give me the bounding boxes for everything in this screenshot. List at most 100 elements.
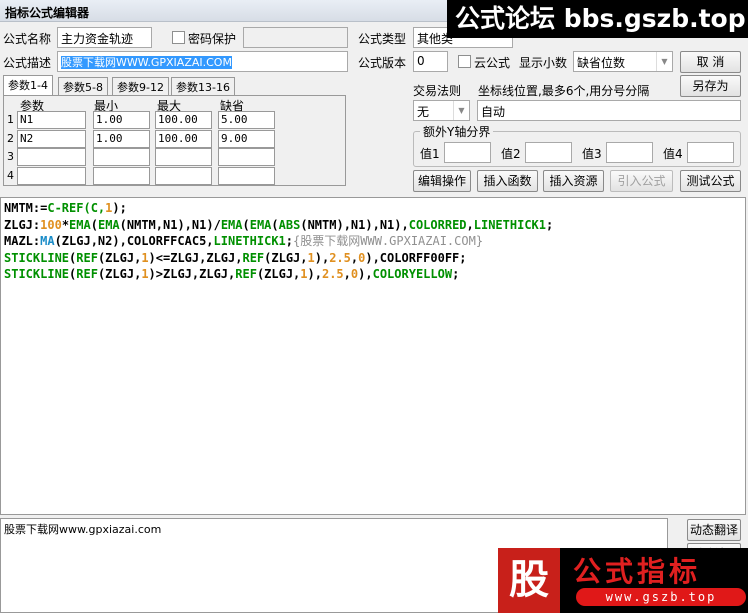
param-name-input[interactable]	[17, 166, 86, 185]
code-token: );	[112, 201, 127, 215]
code-line: NMTM:=C-REF(C,1);	[4, 200, 742, 217]
extra-y-input-4[interactable]	[687, 142, 734, 163]
param-def-input[interactable]	[218, 166, 275, 185]
code-token: ,	[466, 217, 474, 232]
code-token: ),COLORFF00FF;	[365, 250, 467, 265]
code-token: 1	[307, 250, 315, 265]
code-token: (ZLGJ,	[97, 267, 142, 281]
code-token: NMTM:=	[4, 201, 48, 215]
code-editor[interactable]: NMTM:=C-REF(C,1); ZLGJ:100*EMA(EMA(NMTM,N…	[0, 197, 746, 515]
param-max-input[interactable]	[155, 166, 212, 185]
watermark-bottom: 股 公式指标 www.gszb.top	[498, 548, 748, 613]
code-token: STICKLINE	[4, 250, 70, 265]
output-text: 股票下载网www.gpxiazai.com	[4, 523, 162, 536]
param-name-input[interactable]: N1	[17, 111, 86, 129]
password-label: 密码保护	[188, 32, 237, 46]
cloud-checkbox[interactable]	[458, 55, 471, 68]
trade-rule-select[interactable]: 无 ▼	[413, 100, 470, 121]
code-token: (ZLGJ,	[264, 250, 308, 265]
code-line: STICKLINE(REF(ZLGJ,1)>ZLGJ,ZLGJ,REF(ZLGJ…	[4, 266, 742, 283]
code-token: MAZL:	[4, 234, 41, 248]
code-line: MAZL:MA(ZLGJ,N2),COLORFFCAC5,LINETHICK1;…	[4, 233, 742, 250]
param-def-input[interactable]	[218, 148, 275, 166]
code-line: ZLGJ:100*EMA(EMA(NMTM,N1),N1)/EMA(EMA(AB…	[4, 217, 742, 234]
param-name-input[interactable]	[17, 148, 86, 166]
tab-params-1-4[interactable]: 参数1-4	[3, 75, 53, 95]
extra-y-label-1: 值1	[420, 147, 440, 161]
code-token: (	[90, 217, 98, 232]
param-row-index: 3	[7, 150, 14, 163]
code-token: 2.5	[321, 267, 344, 281]
code-token: LINETHICK1	[213, 234, 286, 248]
code-token: ),	[307, 267, 322, 281]
code-token: *	[61, 217, 70, 232]
extra-y-label: 额外Y轴分界	[420, 123, 494, 140]
code-token: STICKLINE	[4, 267, 70, 281]
code-token: ),	[358, 267, 373, 281]
code-token: MA	[40, 234, 55, 248]
code-token: ,	[343, 267, 351, 281]
code-token: 1	[300, 267, 308, 281]
desc-input[interactable]: 股票下载网WWW.GPXIAZAI.COM	[57, 51, 348, 72]
password-input[interactable]	[243, 27, 348, 48]
param-name-input[interactable]: N2	[17, 129, 86, 148]
param-max-input[interactable]: 100.00	[155, 111, 212, 129]
param-max-input[interactable]	[155, 148, 212, 166]
code-token: COLORRED	[408, 217, 467, 232]
extra-y-input-1[interactable]	[444, 142, 491, 163]
name-label: 公式名称	[3, 32, 52, 46]
param-min-input[interactable]: 1.00	[93, 111, 150, 129]
param-row-index: 1	[7, 113, 14, 126]
code-token: ),	[314, 250, 330, 265]
code-token: )<=ZLGJ,ZLGJ,	[148, 250, 243, 265]
insert-function-button[interactable]: 插入函数	[477, 170, 538, 192]
dynamic-translate-button[interactable]: 动态翻译	[687, 519, 741, 541]
param-max-input[interactable]: 100.00	[155, 129, 212, 148]
extra-y-input-3[interactable]	[606, 142, 653, 163]
edit-ops-button[interactable]: 编辑操作	[413, 170, 471, 192]
code-token: ZLGJ:	[4, 217, 41, 232]
name-input[interactable]: 主力资金轨迹	[57, 27, 152, 48]
code-token: 1	[141, 267, 149, 281]
extra-y-input-2[interactable]	[525, 142, 572, 163]
desc-label: 公式描述	[3, 56, 52, 70]
code-token: (ZLGJ,	[97, 250, 142, 265]
code-token: 1	[141, 250, 149, 265]
axis-label: 坐标线位置,最多6个,用分号分隔	[478, 84, 650, 98]
extra-y-label-2: 值2	[501, 147, 521, 161]
tab-params-13-16[interactable]: 参数13-16	[171, 77, 235, 96]
watermark-logo: 股	[498, 548, 560, 613]
test-formula-button[interactable]: 测试公式	[680, 170, 741, 192]
code-token: ;	[546, 217, 554, 232]
axis-input[interactable]: 自动	[477, 100, 741, 121]
param-def-input[interactable]: 9.00	[218, 129, 275, 148]
watermark-url: www.gszb.top	[576, 588, 746, 606]
code-token: REF	[76, 267, 98, 281]
password-checkbox[interactable]	[172, 31, 185, 44]
code-token: ABS	[278, 217, 301, 232]
code-line: STICKLINE(REF(ZLGJ,1)<=ZLGJ,ZLGJ,REF(ZLG…	[4, 250, 742, 267]
import-formula-button[interactable]: 引入公式	[610, 170, 673, 192]
param-min-input[interactable]: 1.00	[93, 129, 150, 148]
cancel-button[interactable]: 取 消	[680, 51, 741, 73]
extra-y-label-4: 值4	[663, 147, 683, 161]
chevron-down-icon: ▼	[656, 52, 672, 71]
tab-params-9-12[interactable]: 参数9-12	[112, 77, 169, 96]
code-token: REF	[242, 250, 265, 265]
param-row-index: 4	[7, 168, 14, 182]
param-min-input[interactable]	[93, 148, 150, 166]
decimals-select[interactable]: 缺省位数 ▼	[573, 51, 673, 72]
param-def-input[interactable]: 5.00	[218, 111, 275, 129]
code-token: REF	[76, 250, 98, 265]
watermark-title: 公式指标	[573, 555, 702, 588]
code-token: ;	[452, 267, 460, 281]
param-min-input[interactable]	[93, 166, 150, 185]
version-label: 公式版本	[358, 56, 407, 70]
insert-resource-button[interactable]: 插入资源	[543, 170, 604, 192]
trade-rule-value: 无	[417, 105, 430, 119]
code-token: C-REF(C,	[47, 201, 106, 215]
version-input[interactable]: 0	[413, 51, 448, 72]
tab-params-5-8[interactable]: 参数5-8	[58, 77, 108, 96]
code-token: EMA	[249, 217, 272, 232]
save-as-button[interactable]: 另存为	[680, 75, 741, 97]
